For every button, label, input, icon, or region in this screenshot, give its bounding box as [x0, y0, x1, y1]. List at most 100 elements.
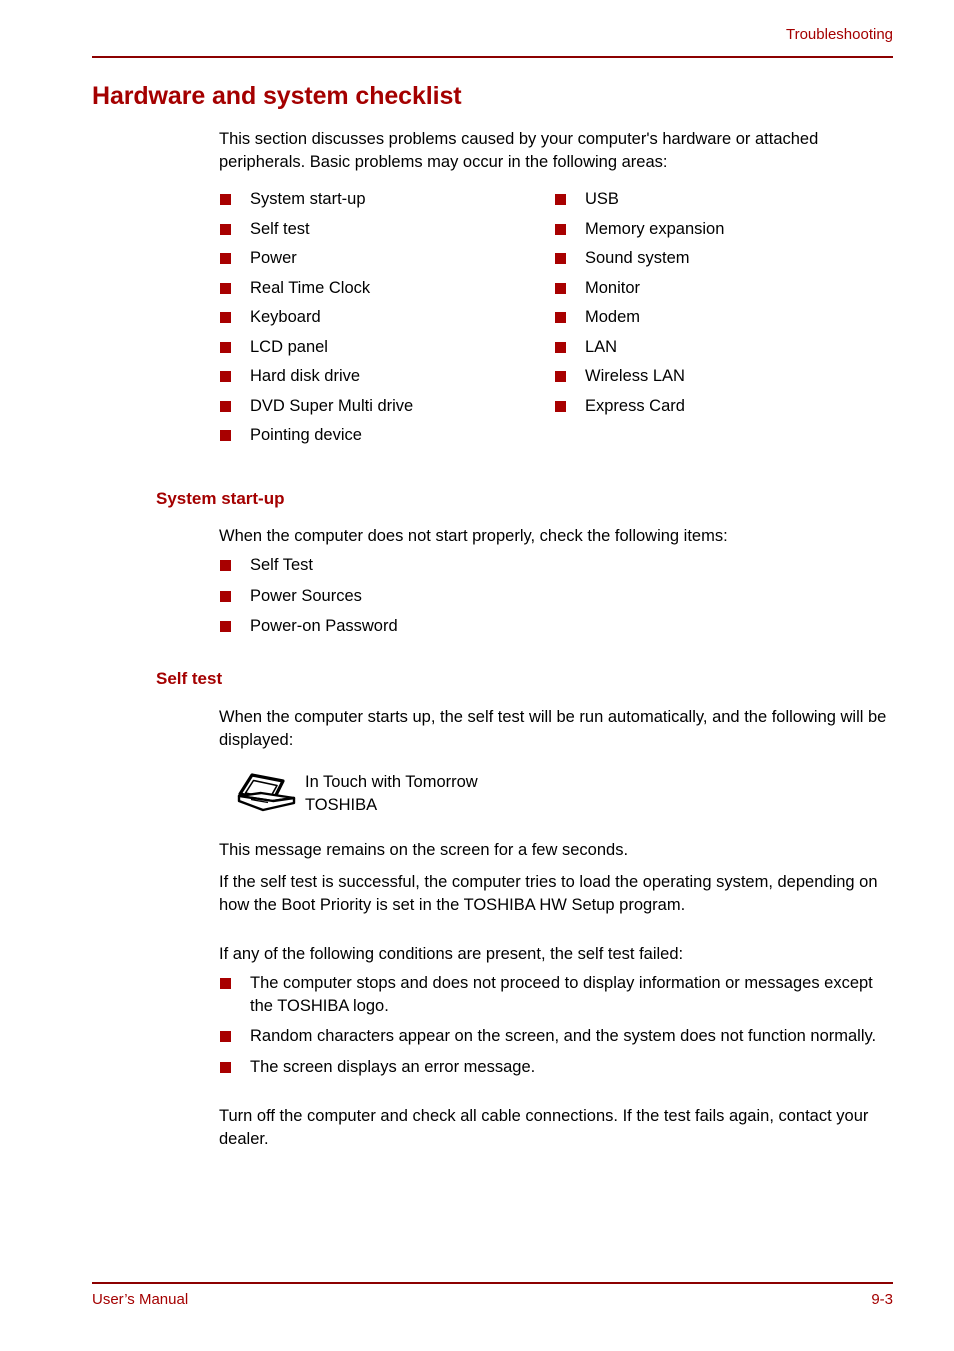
chapter-intro-paragraph: This section discusses problems caused b… — [219, 130, 819, 171]
section-heading-system-startup: System start-up — [156, 489, 285, 508]
bullet-square-icon — [555, 282, 566, 294]
self-test-failure-list-block: The computer stops and does not proceed … — [219, 972, 895, 1086]
list-item: Monitor — [554, 277, 894, 300]
section-system-startup-body: When the computer does not start properl… — [219, 525, 895, 548]
list-item: USB — [554, 188, 894, 211]
list-item: The computer stops and does not proceed … — [219, 972, 895, 1017]
toshiba-boot-logo-figure: In Touch with Tomorrow TOSHIBA — [219, 766, 819, 826]
list-item-label: The computer stops and does not proceed … — [250, 974, 873, 1015]
list-item: The screen displays an error message. — [219, 1056, 895, 1079]
list-item: LCD panel — [219, 336, 549, 359]
chapter-intro-block: This section discusses problems caused b… — [219, 128, 895, 173]
section-self-test-intro-block: When the computer starts up, the self te… — [219, 706, 895, 751]
list-item: Wireless LAN — [554, 365, 894, 388]
logo-brand: TOSHIBA — [305, 795, 378, 814]
list-item-label: DVD Super Multi drive — [250, 396, 414, 415]
problem-areas-left-list: System start-up Self test Power Real Tim… — [219, 188, 549, 447]
laptop-icon — [235, 772, 299, 818]
bullet-square-icon — [555, 341, 566, 353]
problem-areas-right-column: USB Memory expansion Sound system Monito… — [554, 188, 894, 424]
bullet-square-icon — [220, 312, 231, 323]
logo-tagline: In Touch with Tomorrow — [305, 773, 478, 791]
list-item: Express Card — [554, 395, 894, 418]
list-item-label: System start-up — [250, 190, 366, 208]
list-item-label: Self Test — [250, 556, 313, 574]
list-item: Sound system — [554, 247, 894, 270]
list-item: Power Sources — [219, 585, 895, 608]
list-item-label: Random characters appear on the screen, … — [250, 1027, 877, 1045]
header-rule — [92, 56, 893, 58]
list-item: Self Test — [219, 554, 895, 577]
bullet-square-icon — [220, 341, 231, 353]
list-item: System start-up — [219, 188, 549, 211]
list-item: Self test — [219, 218, 549, 241]
self-test-remains-paragraph: This message remains on the screen for a… — [219, 841, 629, 859]
list-item-label: Modem — [585, 308, 641, 326]
bullet-square-icon — [555, 223, 566, 235]
self-test-success-block: If the self test is successful, the comp… — [219, 871, 895, 916]
section-self-test-heading-block: Self test — [156, 669, 895, 689]
problem-areas-right-list: USB Memory expansion Sound system Monito… — [554, 188, 894, 417]
bullet-square-icon — [220, 253, 231, 264]
self-test-closing-paragraph: Turn off the computer and check all cabl… — [219, 1107, 869, 1148]
self-test-failure-conditions-list: The computer stops and does not proceed … — [219, 972, 895, 1078]
list-item-label: The screen displays an error message. — [250, 1057, 536, 1076]
bullet-square-icon — [220, 223, 231, 235]
list-item: Modem — [554, 306, 894, 329]
list-item-label: Monitor — [585, 278, 641, 297]
bullet-square-icon — [555, 253, 566, 264]
list-item-label: Power-on Password — [250, 617, 398, 635]
section-heading-self-test: Self test — [156, 669, 223, 688]
list-item: Keyboard — [219, 306, 549, 329]
list-item: Random characters appear on the screen, … — [219, 1025, 895, 1048]
self-test-intro-paragraph: When the computer starts up, the self te… — [219, 708, 887, 749]
list-item: Real Time Clock — [219, 277, 549, 300]
list-item: LAN — [554, 336, 894, 359]
self-test-remains-block: This message remains on the screen for a… — [219, 839, 895, 862]
self-test-conditions-lead-paragraph: If any of the following conditions are p… — [219, 945, 684, 963]
list-item: Hard disk drive — [219, 365, 549, 388]
list-item-label: Real Time Clock — [250, 278, 371, 297]
bullet-square-icon — [220, 1061, 231, 1073]
bullet-square-icon — [555, 312, 566, 323]
list-item: Power-on Password — [219, 615, 895, 638]
list-item-label: Self test — [250, 219, 310, 238]
system-startup-items-block: Self Test Power Sources Power-on Passwor… — [219, 554, 895, 646]
list-item: Power — [219, 247, 549, 270]
footer-rule — [92, 1282, 893, 1284]
toshiba-logo-text: In Touch with Tomorrow TOSHIBA — [305, 771, 478, 816]
bullet-square-icon — [220, 400, 231, 412]
list-item-label: LCD panel — [250, 337, 328, 356]
list-item: DVD Super Multi drive — [219, 395, 549, 418]
problem-areas-left-column: System start-up Self test Power Real Tim… — [219, 188, 549, 454]
list-item: Memory expansion — [554, 218, 894, 241]
bullet-square-icon — [220, 430, 231, 441]
bullet-square-icon — [555, 400, 566, 412]
system-startup-intro-paragraph: When the computer does not start properl… — [219, 527, 728, 545]
document-page: Troubleshooting Hardware and system chec… — [0, 0, 954, 1351]
self-test-closing-block: Turn off the computer and check all cabl… — [219, 1105, 895, 1150]
self-test-conditions-lead-block: If any of the following conditions are p… — [219, 943, 895, 966]
list-item-label: Keyboard — [250, 308, 321, 326]
bullet-square-icon — [555, 194, 566, 205]
list-item-label: USB — [585, 190, 619, 208]
self-test-success-paragraph: If the self test is successful, the comp… — [219, 873, 878, 914]
list-item-label: Wireless LAN — [585, 367, 685, 385]
bullet-square-icon — [220, 1031, 231, 1042]
footer-page-number: 9-3 — [871, 1291, 893, 1308]
bullet-square-icon — [220, 560, 231, 571]
section-system-startup-heading-block: System start-up — [156, 489, 895, 509]
bullet-square-icon — [220, 371, 231, 382]
bullet-square-icon — [220, 194, 231, 205]
list-item-label: Express Card — [585, 396, 685, 415]
system-startup-items-list: Self Test Power Sources Power-on Passwor… — [219, 554, 895, 638]
bullet-square-icon — [220, 978, 231, 989]
bullet-square-icon — [220, 282, 231, 294]
bullet-square-icon — [220, 590, 231, 602]
list-item-label: Sound system — [585, 249, 690, 267]
list-item-label: Pointing device — [250, 426, 362, 444]
list-item-label: LAN — [585, 337, 618, 356]
bullet-square-icon — [220, 621, 231, 632]
list-item: Pointing device — [219, 424, 549, 447]
list-item-label: Power — [250, 249, 297, 267]
